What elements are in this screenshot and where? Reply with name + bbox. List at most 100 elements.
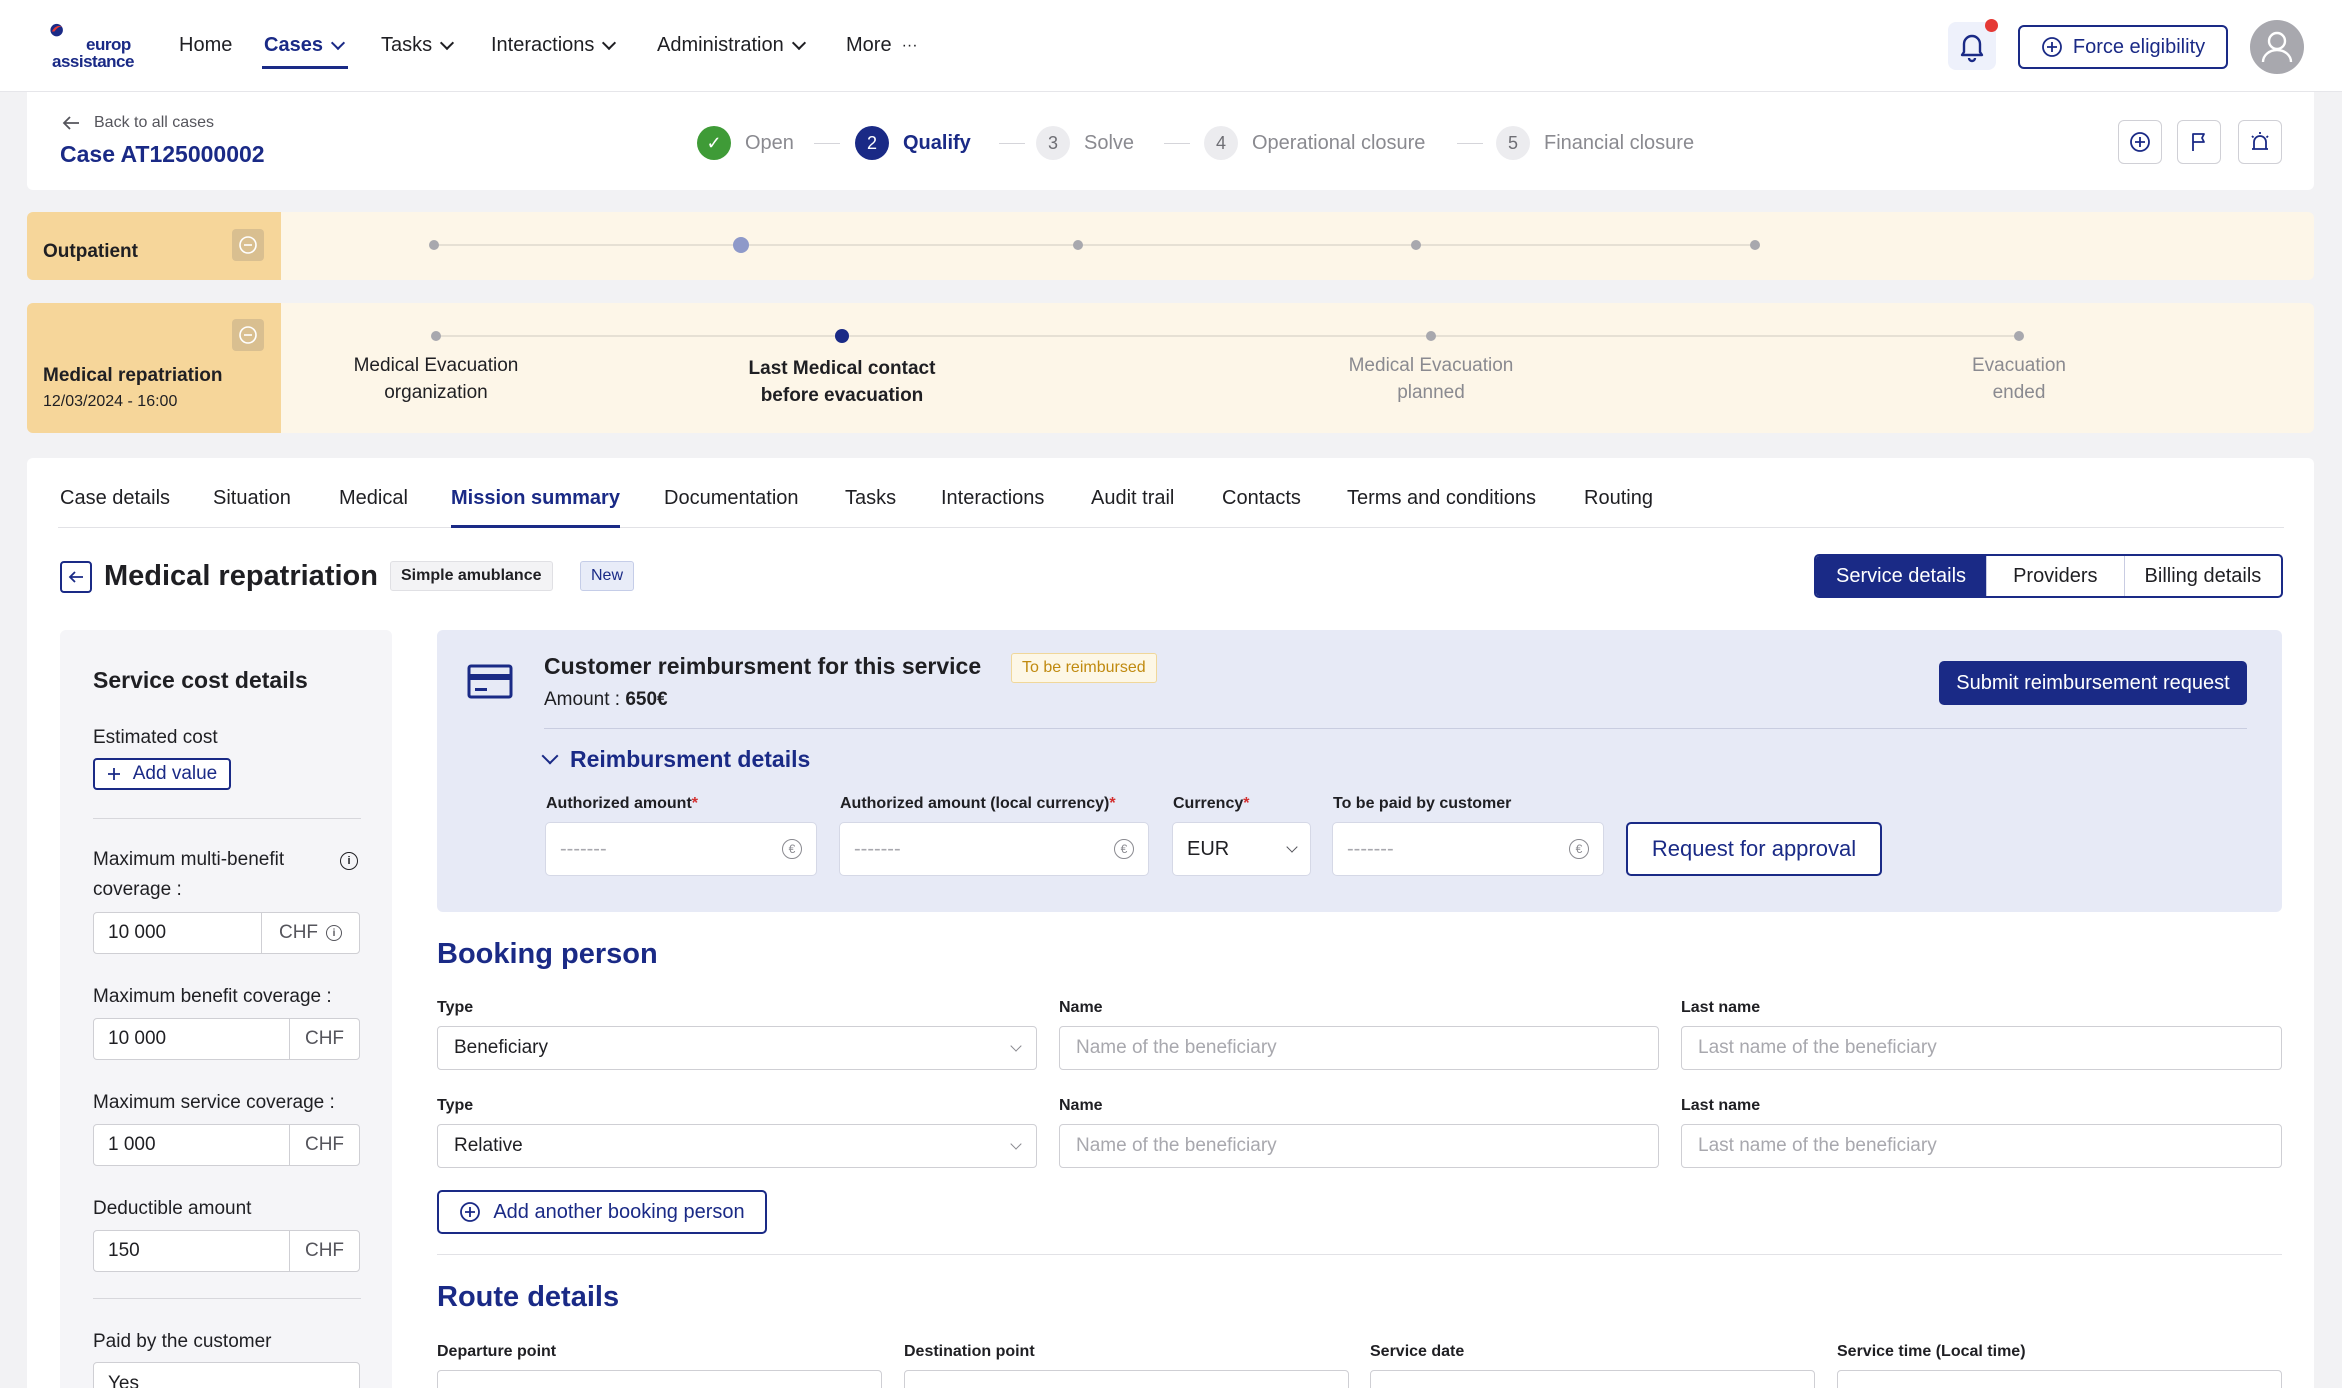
tab-contacts[interactable]: Contacts: [1222, 487, 1301, 510]
max-service-field[interactable]: 1 000 CHF: [93, 1124, 360, 1166]
reimbursement-amount: Amount : 650€: [544, 689, 668, 711]
service-time-input[interactable]: [1837, 1370, 2282, 1388]
authorized-local-placeholder: -------: [854, 837, 901, 860]
max-multi-label-line1: Maximum multi-benefit: [93, 849, 285, 870]
booking-name-input[interactable]: Name of the beneficiary: [1059, 1026, 1659, 1070]
arrow-left-icon: [68, 571, 83, 583]
deductible-field[interactable]: 150 CHF: [93, 1230, 360, 1272]
tab-interactions[interactable]: Interactions: [941, 487, 1044, 510]
currency-select[interactable]: EUR: [1172, 822, 1311, 876]
estimated-cost-label: Estimated cost: [93, 727, 218, 748]
chevron-down-icon: [1010, 1039, 1022, 1052]
booking-type-select[interactable]: Beneficiary: [437, 1026, 1037, 1070]
back-button[interactable]: [60, 561, 92, 593]
collapse-button[interactable]: [232, 319, 264, 351]
top-navigation: europ assistance Home Cases Tasks Intera…: [0, 0, 2342, 92]
tab-situation[interactable]: Situation: [213, 487, 291, 510]
reimbursement-divider: [544, 728, 2247, 729]
departure-label: Departure point: [437, 1343, 557, 1360]
tab-documentation[interactable]: Documentation: [664, 487, 799, 510]
info-button[interactable]: i: [340, 851, 358, 870]
avatar[interactable]: [2250, 20, 2304, 74]
tab-case-details[interactable]: Case details: [60, 487, 170, 510]
destination-input[interactable]: [904, 1370, 1349, 1388]
currency-addon: CHF: [289, 1019, 359, 1059]
collapse-button[interactable]: [232, 229, 264, 261]
step-open-label: Open: [745, 131, 794, 154]
service-date-input[interactable]: [1370, 1370, 1815, 1388]
tab-mission-summary[interactable]: Mission summary: [451, 487, 620, 510]
paid-by-customer-select[interactable]: Yes: [93, 1362, 360, 1388]
currency-code: CHF: [278, 922, 319, 943]
currency-label: Currency*: [1173, 795, 1249, 813]
milestone-line-1: Evacuation: [1971, 355, 2066, 376]
max-multi-benefit-field[interactable]: 10 000 CHF i: [93, 912, 360, 954]
nav-more[interactable]: More ···: [846, 34, 918, 57]
to-be-paid-placeholder: -------: [1347, 837, 1394, 860]
chevron-down-icon: [791, 35, 806, 50]
nav-interactions[interactable]: Interactions: [491, 34, 617, 57]
add-value-label: Add value: [132, 763, 218, 784]
logo-line-1: europ: [86, 35, 131, 54]
booking-type-select[interactable]: Relative: [437, 1124, 1037, 1168]
reimbursement-details-toggle[interactable]: Reimbursment details: [541, 746, 810, 773]
currency-addon: CHF i: [261, 913, 359, 953]
nav-administration[interactable]: Administration: [657, 34, 806, 57]
euro-icon: €: [1569, 839, 1589, 859]
deductible-label: Deductible amount: [93, 1198, 252, 1219]
booking-name-input[interactable]: Name of the beneficiary: [1059, 1124, 1659, 1168]
authorized-local-input[interactable]: ------- €: [839, 822, 1149, 876]
nav-home[interactable]: Home: [179, 34, 232, 57]
step-connector: [1457, 143, 1483, 144]
amount-label: Amount :: [544, 689, 626, 710]
step-qualify-number: 2: [855, 126, 889, 160]
more-dots-icon: ···: [901, 36, 918, 54]
departure-input[interactable]: [437, 1370, 882, 1388]
force-eligibility-button[interactable]: Force eligibility: [2018, 25, 2228, 69]
repatriation-datetime: 12/03/2024 - 16:00: [43, 393, 178, 410]
step-solve[interactable]: 3 Solve: [1036, 126, 1134, 160]
tab-routing[interactable]: Routing: [1584, 487, 1653, 510]
step-financial-closure[interactable]: 5 Financial closure: [1496, 126, 1694, 160]
alarm-button[interactable]: [2238, 120, 2282, 164]
nav-cases[interactable]: Cases: [264, 34, 346, 57]
reimbursement-title: Customer reimbursment for this service: [544, 653, 982, 679]
booking-person-title: Booking person: [437, 938, 658, 970]
info-icon: i: [340, 852, 358, 870]
add-button[interactable]: [2118, 120, 2162, 164]
sidebar-title: Service cost details: [93, 667, 308, 693]
timeline-dot: [1411, 240, 1421, 250]
booking-last-name-input[interactable]: Last name of the beneficiary: [1681, 1124, 2282, 1168]
nav-administration-label: Administration: [657, 34, 784, 56]
nav-tasks[interactable]: Tasks: [381, 34, 455, 57]
chevron-down-icon: [330, 35, 346, 50]
outpatient-band-body: [281, 212, 2314, 280]
back-to-cases-link[interactable]: Back to all cases: [62, 114, 214, 132]
authorized-amount-input[interactable]: ------- €: [545, 822, 817, 876]
nav-interactions-label: Interactions: [491, 34, 595, 56]
step-open[interactable]: ✓ Open: [697, 126, 794, 160]
step-qualify[interactable]: 2 Qualify: [855, 126, 971, 160]
step-financial-number: 5: [1496, 126, 1530, 160]
booking-last-name-input[interactable]: Last name of the beneficiary: [1681, 1026, 2282, 1070]
submit-reimbursement-button[interactable]: Submit reimbursement request: [1939, 661, 2247, 705]
step-operational-closure[interactable]: 4 Operational closure: [1204, 126, 1425, 160]
segment-billing-details[interactable]: Billing details: [2123, 556, 2282, 596]
nav-cases-label: Cases: [264, 34, 323, 56]
nav-more-label: More: [846, 34, 892, 56]
request-approval-button[interactable]: Request for approval: [1626, 822, 1882, 876]
status-badge: To be reimbursed: [1011, 653, 1157, 683]
add-booking-person-button[interactable]: Add another booking person: [437, 1190, 767, 1234]
to-be-paid-label: To be paid by customer: [1333, 795, 1512, 812]
tab-terms-and-conditions[interactable]: Terms and conditions: [1347, 487, 1536, 510]
max-benefit-field[interactable]: 10 000 CHF: [93, 1018, 360, 1060]
required-mark: *: [1109, 795, 1116, 812]
tab-audit-trail[interactable]: Audit trail: [1091, 487, 1174, 510]
segment-providers[interactable]: Providers: [1986, 556, 2123, 596]
tab-medical[interactable]: Medical: [339, 487, 408, 510]
flag-button[interactable]: [2177, 120, 2221, 164]
tab-tasks[interactable]: Tasks: [845, 487, 896, 510]
add-value-button[interactable]: Add value: [93, 758, 231, 790]
to-be-paid-input[interactable]: ------- €: [1332, 822, 1604, 876]
segment-service-details[interactable]: Service details: [1816, 556, 1987, 596]
